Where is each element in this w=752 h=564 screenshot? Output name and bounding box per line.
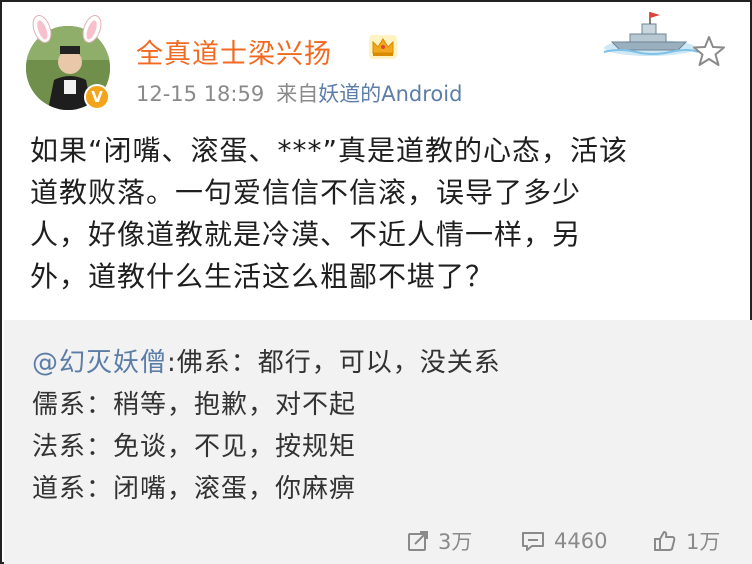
quote-line: 法系：免谈，不见，按规矩: [32, 432, 357, 462]
post-header: V 全真道士梁兴扬 12-15 18:59 来自妖道的Android: [2, 2, 750, 122]
source-prefix: 来自: [276, 82, 319, 106]
post-meta: 12-15 18:59 来自妖道的Android: [136, 78, 462, 108]
repost-icon: [408, 531, 428, 551]
crown-icon: [369, 35, 397, 59]
username[interactable]: 全真道士梁兴扬: [136, 32, 332, 71]
quote-line: 儒系：稍等，抱歉，对不起: [32, 390, 357, 420]
post-line: 道教败落。一句爱信信不信滚，误导了多少: [30, 176, 582, 209]
verified-badge-icon: V: [84, 84, 110, 110]
post-line: 人，好像道教就是冷漠、不近人情一样，另: [30, 218, 582, 251]
quote-line: 道系：闭嘴，滚蛋，你麻痹: [32, 474, 357, 504]
timestamp: 12-15 18:59: [136, 82, 265, 106]
source-link[interactable]: 妖道的Android: [318, 82, 462, 106]
ship-sticker-icon: [603, 12, 699, 56]
like-count: 1万: [686, 530, 721, 554]
star-icon[interactable]: [692, 34, 726, 68]
weibo-post-card: V 全真道士梁兴扬 12-15 18:59 来自妖道的Android 如果“闭嘴、…: [0, 0, 752, 564]
like-icon: [654, 531, 676, 551]
comment-count: 4460: [554, 529, 608, 553]
like-button[interactable]: 1万: [652, 526, 720, 556]
mention-link[interactable]: @幻灭妖僧: [32, 348, 167, 378]
comment-icon: [522, 532, 544, 551]
post-line: 外，道教什么生活这么粗鄙不堪了？: [30, 260, 495, 293]
comment-button[interactable]: 4460: [520, 526, 607, 556]
quoted-post[interactable]: @幻灭妖僧:佛系：都行，可以，没关系 儒系：稍等，抱歉，对不起 法系：免谈，不见…: [4, 320, 752, 520]
quote-line: @幻灭妖僧:佛系：都行，可以，没关系: [32, 342, 501, 379]
post-body: 如果“闭嘴、滚蛋、***”真是道教的心态，活该 道教败落。一句爱信信不信滚，误导…: [30, 130, 730, 298]
post-line: 如果“闭嘴、滚蛋、***”真是道教的心态，活该: [30, 134, 629, 167]
action-bar: 3万 4460 1万: [4, 520, 752, 564]
avatar[interactable]: V: [26, 15, 110, 110]
repost-count: 3万: [438, 530, 473, 554]
quote-text: :佛系：都行，可以，没关系: [167, 348, 501, 378]
repost-button[interactable]: 3万: [406, 526, 472, 556]
